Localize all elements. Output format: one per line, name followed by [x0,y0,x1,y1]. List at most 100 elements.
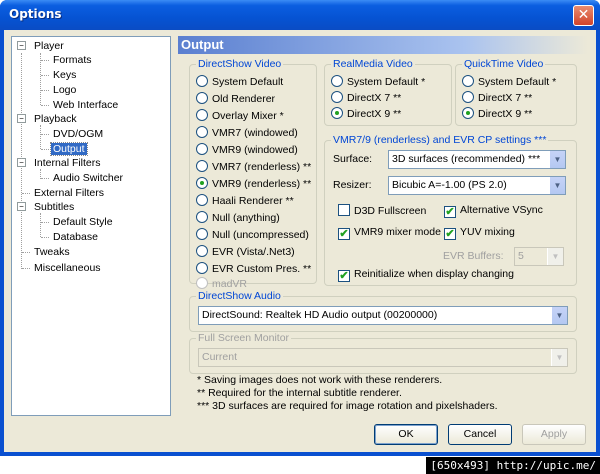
d3d-fullscreen-checkbox[interactable]: D3D Fullscreen [338,204,426,218]
monitor-select: Current ▼ [198,348,568,367]
checkbox-box [338,204,350,216]
collapse-internal-filters-icon[interactable]: − [17,158,26,167]
options-window: Options ✕ − Player Formats Keys Logo Web… [0,0,600,456]
close-icon: ✕ [577,7,590,23]
tree-connector [41,90,49,91]
evr-buffers-label: EVR Buffers: [443,250,504,262]
collapse-playback-icon[interactable]: − [17,114,26,123]
radio-dot-selected [331,107,343,119]
tree-item-keys[interactable]: Keys [51,69,78,81]
cancel-button[interactable]: Cancel [448,424,512,445]
tree-item-subtitles[interactable]: Subtitles [32,201,76,213]
footnote: *** 3D surfaces are required for image r… [197,400,498,412]
radio-dot-selected [462,107,474,119]
radio-vmr7-renderless[interactable]: VMR7 (renderless) ** [196,160,311,174]
tree-item-player[interactable]: Player [32,40,66,52]
audio-output-value: DirectSound: Realtek HD Audio output (00… [202,309,438,321]
radio-qt-directx9[interactable]: DirectX 9 ** [462,107,532,121]
radio-overlay-mixer[interactable]: Overlay Mixer * [196,109,284,123]
close-button[interactable]: ✕ [573,5,594,26]
radio-qt-system-default[interactable]: System Default * [462,75,556,89]
radio-null-anything[interactable]: Null (anything) [196,211,280,225]
tree-connector [41,60,49,61]
radio-old-renderer[interactable]: Old Renderer [196,92,275,106]
radio-label: VMR9 (windowed) [212,144,298,156]
tree-item-output[interactable]: Output [50,142,88,156]
radio-label: Null (uncompressed) [212,229,309,241]
radio-label: System Default * [347,76,426,88]
tree-item-tweaks[interactable]: Tweaks [32,246,72,258]
page-title: Output [178,36,588,54]
window-title: Options [9,7,62,21]
group-title: DirectShow Video [196,58,284,70]
radio-vmr9-renderless[interactable]: VMR9 (renderless) ** [196,177,311,191]
collapse-subtitles-icon[interactable]: − [17,202,26,211]
footnote: * Saving images does not work with these… [197,374,443,386]
radio-label: DirectX 7 ** [478,92,533,104]
tree-item-formats[interactable]: Formats [51,54,94,66]
radio-label: Overlay Mixer * [212,110,284,122]
chevron-down-icon: ▼ [551,349,567,366]
reinitialize-checkbox[interactable]: ✔ Reinitialize when display changing [338,268,514,282]
tree-item-dvd-ogm[interactable]: DVD/OGM [51,128,105,140]
tree-item-external-filters[interactable]: External Filters [32,187,106,199]
tree-item-web-interface[interactable]: Web Interface [51,99,120,111]
ok-button[interactable]: OK [374,424,438,445]
radio-dot [196,245,208,257]
tree-item-playback[interactable]: Playback [32,113,79,125]
radio-haali-renderer[interactable]: Haali Renderer ** [196,194,294,208]
radio-null-uncompressed[interactable]: Null (uncompressed) [196,228,309,242]
radio-dot [196,143,208,155]
evr-buffers-select: 5 ▼ [514,247,564,266]
audio-output-select[interactable]: DirectSound: Realtek HD Audio output (00… [198,306,568,325]
evr-buffers-value: 5 [518,250,524,262]
radio-label: VMR9 (renderless) ** [212,178,312,190]
surface-value: 3D surfaces (recommended) *** [392,153,541,165]
radio-vmr9-windowed[interactable]: VMR9 (windowed) [196,143,298,157]
radio-label: DirectX 7 ** [347,92,402,104]
tree-connector [41,178,49,179]
radio-label: DirectX 9 ** [347,108,402,120]
tree-connector [22,268,30,269]
radio-qt-directx7[interactable]: DirectX 7 ** [462,91,532,105]
resizer-label: Resizer: [333,179,372,191]
footnote: ** Required for the internal subtitle re… [197,387,402,399]
monitor-value: Current [202,351,238,363]
tree-item-miscellaneous[interactable]: Miscellaneous [32,262,103,274]
radio-rm-directx9[interactable]: DirectX 9 ** [331,107,401,121]
radio-vmr7-windowed[interactable]: VMR7 (windowed) [196,126,298,140]
tree-connector [22,193,30,194]
tree-item-logo[interactable]: Logo [51,84,78,96]
title-bar[interactable]: Options ✕ [0,0,600,30]
radio-dot [196,75,208,87]
radio-label: madVR [212,278,248,290]
surface-select[interactable]: 3D surfaces (recommended) *** ▼ [388,150,566,169]
radio-rm-system-default[interactable]: System Default * [331,75,425,89]
radio-label: DirectX 9 ** [478,108,533,120]
tree-connector [22,252,30,253]
yuv-mixing-checkbox[interactable]: ✔ YUV mixing [444,226,515,240]
vmr9-mixer-checkbox[interactable]: ✔ VMR9 mixer mode [338,226,441,240]
group-title: RealMedia Video [331,58,415,70]
tree-item-internal-filters[interactable]: Internal Filters [32,157,103,169]
radio-evr[interactable]: EVR (Vista/.Net3) [196,245,295,259]
surface-label: Surface: [333,153,373,165]
tree-item-database[interactable]: Database [51,231,100,243]
alternative-vsync-checkbox[interactable]: ✔ Alternative VSync [444,204,543,218]
radio-rm-directx7[interactable]: DirectX 7 ** [331,91,401,105]
resizer-select[interactable]: Bicubic A=-1.00 (PS 2.0) ▼ [388,176,566,195]
collapse-player-icon[interactable]: − [17,41,26,50]
tree-item-audio-switcher[interactable]: Audio Switcher [51,172,125,184]
radio-dot [462,91,474,103]
radio-system-default[interactable]: System Default [196,75,283,89]
radio-label: EVR Custom Pres. ** [212,263,312,275]
directshow-audio-group: DirectShow Audio DirectSound: Realtek HD… [189,290,577,332]
group-title: VMR7/9 (renderless) and EVR CP settings … [331,134,549,146]
chevron-down-icon: ▼ [549,151,565,168]
tree-item-default-style[interactable]: Default Style [51,216,115,228]
radio-evr-custom[interactable]: EVR Custom Pres. ** [196,262,311,276]
check-icon: ✔ [444,228,456,240]
realmedia-video-group: RealMedia Video System Default * DirectX… [324,58,452,126]
options-tree[interactable]: − Player Formats Keys Logo Web Interface… [11,36,171,416]
radio-label: System Default [212,76,284,88]
